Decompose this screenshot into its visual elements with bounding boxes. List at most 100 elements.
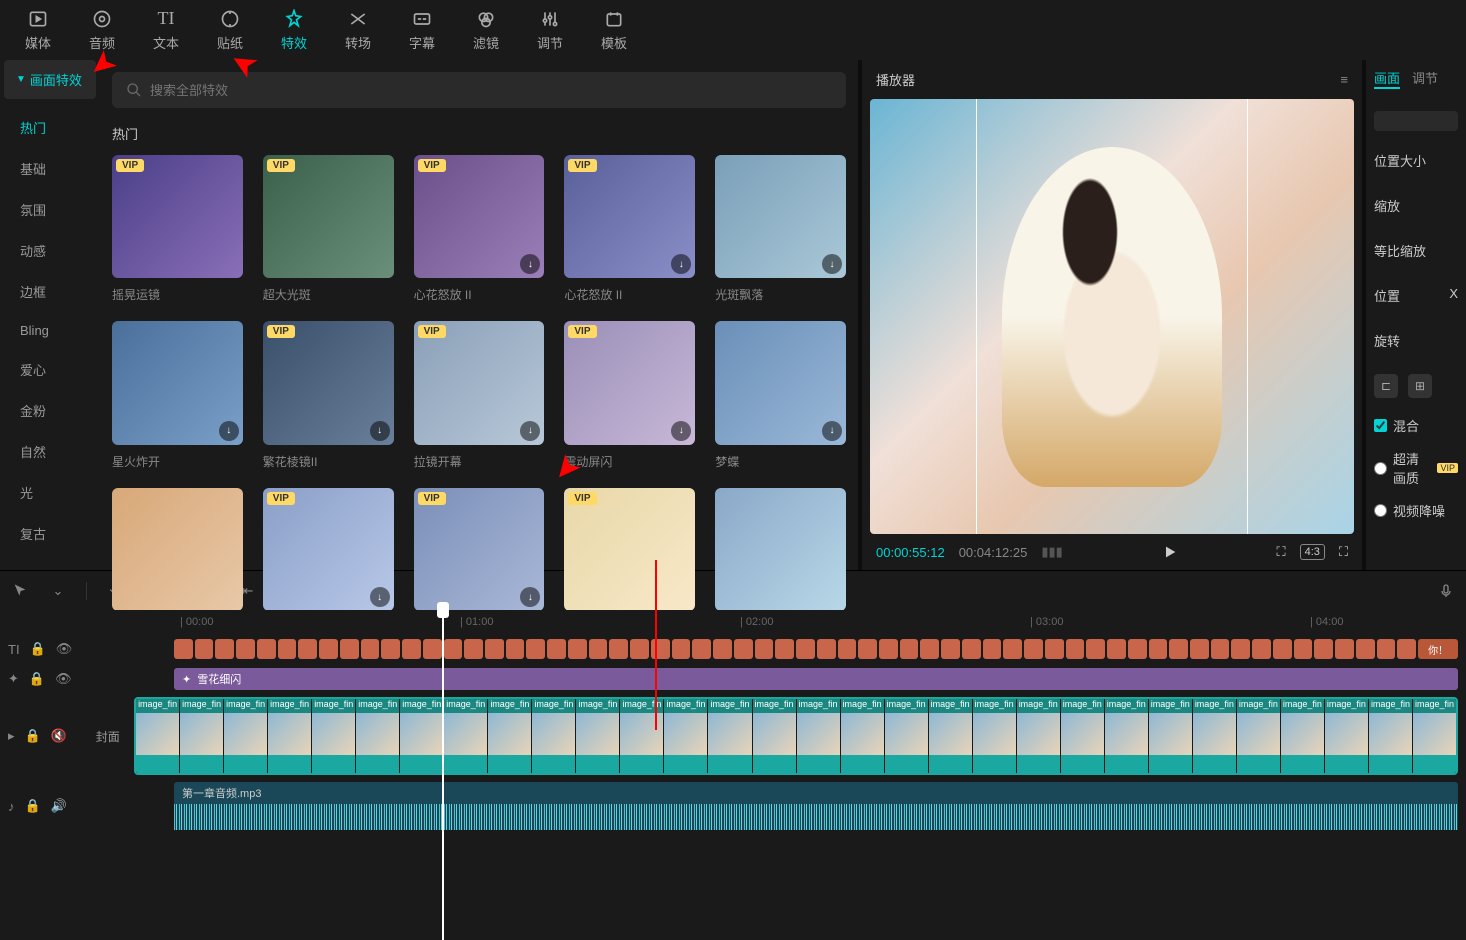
download-icon[interactable]: ↓	[219, 421, 239, 441]
download-icon[interactable]: ↓	[822, 254, 842, 274]
sidebar-item[interactable]: 复古	[0, 513, 100, 554]
sidebar-item[interactable]: 氛围	[0, 189, 100, 230]
lock-icon[interactable]: 🔒	[30, 641, 46, 657]
sidebar-item[interactable]: 光	[0, 472, 100, 513]
left-sidebar: ▼画面特效 热门基础氛围动感边框Bling爱心金粉自然光复古	[0, 60, 100, 570]
vip-badge: VIP	[267, 492, 295, 505]
speaker-icon[interactable]: 🔊	[51, 798, 67, 814]
sidebar-primary[interactable]: ▼画面特效	[4, 60, 96, 99]
vip-badge: VIP	[568, 325, 596, 338]
sidebar-item[interactable]: 热门	[0, 107, 100, 148]
ruler[interactable]: | 00:00| 01:00| 02:00| 03:00| 04:00	[170, 610, 1466, 634]
download-icon[interactable]: ↓	[671, 421, 691, 441]
sidebar-item[interactable]: 爱心	[0, 349, 100, 390]
timeline: | 00:00| 01:00| 02:00| 03:00| 04:00 TI 🔒 👁…	[0, 610, 1466, 940]
rp-rotate: 旋转	[1374, 325, 1458, 356]
effect-card[interactable]: ↓星火炸开	[112, 321, 243, 469]
effect-card[interactable]: VIP超大光斑	[263, 155, 394, 303]
nav-transition[interactable]: 转场	[328, 3, 388, 57]
download-icon[interactable]: ↓	[520, 587, 540, 607]
download-icon[interactable]: ↓	[370, 421, 390, 441]
download-icon[interactable]: ↓	[822, 421, 842, 441]
align-center-icon[interactable]: ⊞	[1408, 374, 1432, 398]
download-icon[interactable]: ↓	[520, 421, 540, 441]
effect-card[interactable]: VIP ↓ 心花怒放 II	[564, 155, 695, 303]
lock-icon[interactable]: 🔒	[25, 798, 41, 814]
vip-badge: VIP	[418, 159, 446, 172]
lock-icon[interactable]: 🔒	[25, 728, 41, 744]
rp-input[interactable]	[1374, 111, 1458, 131]
effect-card[interactable]: VIP↓心花怒放 II	[414, 155, 545, 303]
sidebar-item[interactable]: 自然	[0, 431, 100, 472]
preview-image	[1002, 147, 1222, 487]
effect-track-row: ✦ 🔒 👁 ✦雪花细闪	[0, 664, 1466, 694]
eye-icon[interactable]: 👁	[56, 641, 73, 657]
nav-audio[interactable]: 音频	[72, 3, 132, 57]
blend-checkbox[interactable]	[1374, 419, 1387, 432]
nav-filter[interactable]: 滤镜	[456, 3, 516, 57]
effect-clip[interactable]: ✦雪花细闪	[174, 668, 1458, 690]
text-track-icon: TI	[8, 642, 20, 657]
focus-icon[interactable]: ⛶	[1277, 544, 1286, 560]
effect-name: 心花怒放 II	[564, 286, 695, 303]
sidebar-item[interactable]: Bling	[0, 312, 100, 349]
effect-card[interactable]: ↓梦蝶	[715, 321, 846, 469]
denoise-radio[interactable]	[1374, 504, 1387, 517]
audio-clip[interactable]: 第一章音频.mp3	[174, 782, 1458, 830]
vip-badge: VIP	[568, 159, 596, 172]
audio-track-icon: ♪	[8, 799, 15, 814]
playhead[interactable]	[442, 610, 444, 940]
effect-name: 繁花棱镜II	[263, 453, 394, 470]
effect-name: 摇晃运镜	[112, 286, 243, 303]
vip-badge: VIP	[267, 159, 295, 172]
nav-text[interactable]: TI文本	[136, 3, 196, 57]
total-time: 00:04:12:25	[959, 545, 1028, 560]
sidebar-item[interactable]: 金粉	[0, 390, 100, 431]
hq-radio[interactable]	[1374, 462, 1387, 475]
sidebar-item[interactable]: 动感	[0, 230, 100, 271]
cover-label[interactable]: 封面	[89, 728, 126, 745]
play-button[interactable]	[1162, 544, 1178, 560]
nav-subtitle[interactable]: 字幕	[392, 3, 452, 57]
eye-icon[interactable]: 👁	[55, 671, 72, 687]
rp-scale: 缩放	[1374, 190, 1458, 221]
nav-sticker[interactable]: 贴纸	[200, 3, 260, 57]
sidebar-item[interactable]: 边框	[0, 271, 100, 312]
effect-card[interactable]: VIP摇晃运镜	[112, 155, 243, 303]
nav-template[interactable]: 模板	[584, 3, 644, 57]
effect-card[interactable]: ↓光斑飘落	[715, 155, 846, 303]
effect-card[interactable]: VIP↓繁花棱镜II	[263, 321, 394, 469]
download-icon[interactable]: ↓	[370, 587, 390, 607]
player-viewport[interactable]	[870, 99, 1354, 534]
rp-pos-x: X	[1449, 286, 1458, 305]
aspect-ratio[interactable]: 4:3	[1300, 544, 1325, 560]
nav-adjust[interactable]: 调节	[520, 3, 580, 57]
rp-tab-canvas[interactable]: 画面	[1374, 68, 1400, 89]
effect-card[interactable]: VIP↓震动屏闪	[564, 321, 695, 469]
current-time: 00:00:55:12	[876, 545, 945, 560]
download-icon[interactable]: ↓	[671, 254, 691, 274]
mute-icon[interactable]: 🔇	[51, 728, 67, 744]
chevron-down-icon[interactable]: ⌄	[48, 581, 68, 601]
rp-eq-scale: 等比缩放	[1374, 235, 1458, 266]
nav-effects[interactable]: 特效	[264, 3, 324, 57]
sidebar-item[interactable]: 基础	[0, 148, 100, 189]
effects-content: ➤ ➤ 热门 VIP摇晃运镜VIP超大光斑VIP↓心花怒放 IIVIP↓心花怒放…	[100, 60, 858, 570]
rp-position-size: 位置大小	[1374, 145, 1458, 176]
rp-tab-adjust[interactable]: 调节	[1412, 68, 1438, 89]
nav-media[interactable]: 媒体	[8, 3, 68, 57]
player-panel: 播放器 ≡ 00:00:55:12 00:04:12:25 ▮▮▮ ⛶ 4:3 …	[862, 60, 1362, 570]
fullscreen-icon[interactable]: ⛶	[1339, 544, 1348, 560]
player-menu-icon[interactable]: ≡	[1340, 72, 1348, 87]
lock-icon[interactable]: 🔒	[29, 671, 45, 687]
volume-bars-icon[interactable]: ▮▮▮	[1041, 544, 1062, 560]
search-input[interactable]	[150, 83, 832, 98]
effect-card[interactable]: VIP↓拉镜开幕	[414, 321, 545, 469]
download-icon[interactable]: ↓	[520, 254, 540, 274]
video-clips[interactable]: image_finimage_finimage_finimage_finimag…	[134, 697, 1458, 775]
effect-track-icon: ✦	[8, 671, 19, 687]
align-left-icon[interactable]: ⊏	[1374, 374, 1398, 398]
cursor-icon[interactable]	[10, 581, 30, 601]
mic-icon[interactable]	[1436, 581, 1456, 601]
search-bar[interactable]	[112, 72, 846, 108]
